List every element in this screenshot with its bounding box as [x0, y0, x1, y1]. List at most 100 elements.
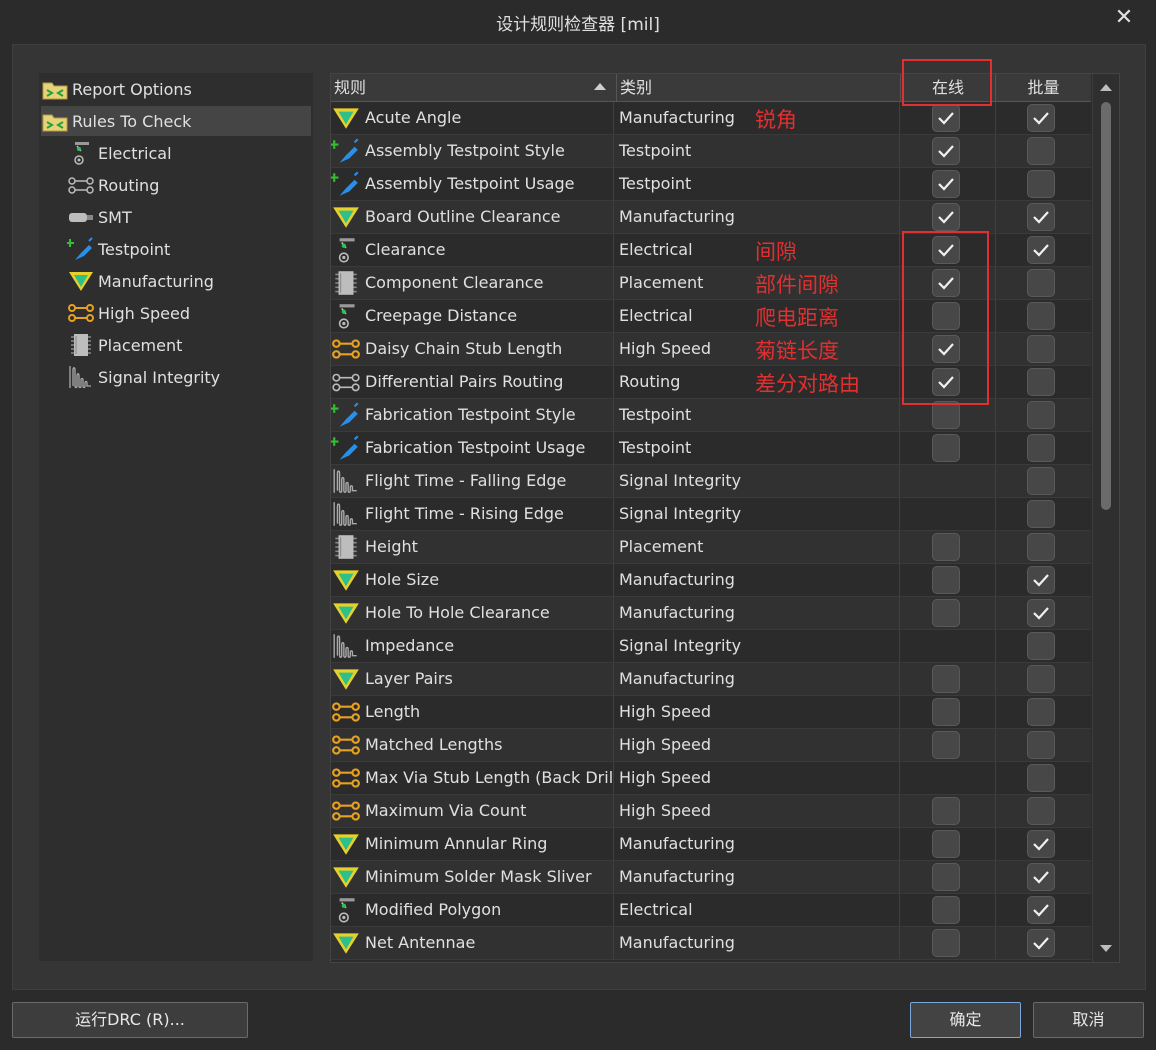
- tree-item-high-speed[interactable]: High Speed: [67, 298, 311, 328]
- header-batch[interactable]: 批量: [996, 74, 1091, 101]
- header-category[interactable]: 类别: [617, 74, 901, 101]
- table-row[interactable]: Layer Pairs Manufacturing: [331, 663, 1091, 696]
- batch-checkbox[interactable]: [1027, 467, 1055, 495]
- table-row[interactable]: Length High Speed: [331, 696, 1091, 729]
- batch-checkbox[interactable]: [1027, 566, 1055, 594]
- batch-checkbox[interactable]: [1027, 863, 1055, 891]
- table-row[interactable]: Modified Polygon Electrical: [331, 894, 1091, 927]
- table-row[interactable]: Assembly Testpoint Style Testpoint: [331, 135, 1091, 168]
- tree-item-label: Electrical: [98, 143, 172, 163]
- scroll-up-icon[interactable]: [1100, 84, 1112, 91]
- tree-item-signal-integrity[interactable]: Signal Integrity: [67, 362, 311, 392]
- rule-name: Length: [365, 702, 421, 721]
- batch-checkbox[interactable]: [1027, 896, 1055, 924]
- table-row[interactable]: Board Outline Clearance Manufacturing: [331, 201, 1091, 234]
- tree-item-placement[interactable]: Placement: [67, 330, 311, 360]
- tree-item-rules-to-check[interactable]: Rules To Check: [41, 106, 311, 136]
- online-checkbox[interactable]: [932, 104, 960, 132]
- online-checkbox[interactable]: [932, 434, 960, 462]
- scroll-thumb[interactable]: [1101, 102, 1111, 510]
- table-row[interactable]: Flight Time - Falling Edge Signal Integri…: [331, 465, 1091, 498]
- batch-checkbox[interactable]: [1027, 698, 1055, 726]
- batch-checkbox[interactable]: [1027, 632, 1055, 660]
- close-button[interactable]: ✕: [1110, 4, 1138, 32]
- batch-checkbox[interactable]: [1027, 137, 1055, 165]
- batch-checkbox[interactable]: [1027, 170, 1055, 198]
- online-checkbox[interactable]: [932, 896, 960, 924]
- online-checkbox[interactable]: [932, 665, 960, 693]
- rule-name: Hole Size: [365, 570, 440, 589]
- table-row[interactable]: Matched Lengths High Speed: [331, 729, 1091, 762]
- batch-checkbox[interactable]: [1027, 368, 1055, 396]
- header-rule[interactable]: 规则: [331, 74, 617, 101]
- batch-checkbox[interactable]: [1027, 335, 1055, 363]
- batch-checkbox[interactable]: [1027, 236, 1055, 264]
- batch-checkbox[interactable]: [1027, 500, 1055, 528]
- table-row[interactable]: Fabrication Testpoint Usage Testpoint: [331, 432, 1091, 465]
- batch-checkbox[interactable]: [1027, 401, 1055, 429]
- table-row[interactable]: Assembly Testpoint Usage Testpoint: [331, 168, 1091, 201]
- table-row[interactable]: Flight Time - Rising Edge Signal Integrit…: [331, 498, 1091, 531]
- table-row[interactable]: Hole To Hole Clearance Manufacturing: [331, 597, 1091, 630]
- table-row[interactable]: Height Placement: [331, 531, 1091, 564]
- rule-category: Manufacturing: [617, 861, 900, 893]
- batch-checkbox[interactable]: [1027, 764, 1055, 792]
- online-checkbox[interactable]: [932, 137, 960, 165]
- online-checkbox[interactable]: [932, 533, 960, 561]
- scroll-down-icon[interactable]: [1100, 945, 1112, 952]
- online-checkbox[interactable]: [932, 203, 960, 231]
- table-row[interactable]: Minimum Solder Mask Sliver Manufacturing: [331, 861, 1091, 894]
- table-row[interactable]: Maximum Via Count High Speed: [331, 795, 1091, 828]
- table-row[interactable]: Hole Size Manufacturing: [331, 564, 1091, 597]
- batch-checkbox[interactable]: [1027, 731, 1055, 759]
- tree-item-report-options[interactable]: Report Options: [41, 74, 311, 104]
- online-checkbox[interactable]: [932, 170, 960, 198]
- batch-checkbox[interactable]: [1027, 203, 1055, 231]
- online-checkbox[interactable]: [932, 731, 960, 759]
- table-row[interactable]: Minimum Annular Ring Manufacturing: [331, 828, 1091, 861]
- table-row[interactable]: Net Antennae Manufacturing: [331, 927, 1091, 960]
- table-row[interactable]: Impedance Signal Integrity: [331, 630, 1091, 663]
- batch-checkbox[interactable]: [1027, 929, 1055, 957]
- batch-checkbox[interactable]: [1027, 434, 1055, 462]
- batch-checkbox[interactable]: [1027, 665, 1055, 693]
- tree-item-electrical[interactable]: Electrical: [67, 138, 311, 168]
- table-row[interactable]: Acute Angle Manufacturing: [331, 102, 1091, 135]
- annotation-label: 锐角: [755, 108, 797, 132]
- vertical-scrollbar[interactable]: [1092, 74, 1119, 962]
- batch-checkbox[interactable]: [1027, 797, 1055, 825]
- batch-cell: [996, 168, 1091, 200]
- online-checkbox[interactable]: [932, 830, 960, 858]
- online-checkbox[interactable]: [932, 698, 960, 726]
- online-checkbox[interactable]: [932, 797, 960, 825]
- rule-category: Placement: [617, 531, 900, 563]
- table-row[interactable]: Max Via Stub Length (Back Drilling)High …: [331, 762, 1091, 795]
- cancel-button[interactable]: 取消: [1033, 1002, 1144, 1038]
- online-checkbox[interactable]: [932, 929, 960, 957]
- testpoint-icon: [67, 236, 95, 262]
- batch-cell: [996, 201, 1091, 233]
- batch-checkbox[interactable]: [1027, 533, 1055, 561]
- tree-item-testpoint[interactable]: Testpoint: [67, 234, 311, 264]
- ok-button[interactable]: 确定: [910, 1002, 1021, 1038]
- tree-item-manufacturing[interactable]: Manufacturing: [67, 266, 311, 296]
- online-checkbox[interactable]: [932, 863, 960, 891]
- batch-checkbox[interactable]: [1027, 104, 1055, 132]
- online-checkbox[interactable]: [932, 599, 960, 627]
- online-checkbox[interactable]: [932, 566, 960, 594]
- rule-name: Flight Time - Rising Edge: [365, 504, 564, 523]
- online-cell: [901, 696, 996, 728]
- run-drc-button[interactable]: 运行DRC (R)...: [12, 1002, 248, 1038]
- batch-checkbox[interactable]: [1027, 269, 1055, 297]
- online-checkbox[interactable]: [932, 401, 960, 429]
- batch-checkbox[interactable]: [1027, 599, 1055, 627]
- batch-checkbox[interactable]: [1027, 302, 1055, 330]
- electrical-icon: [67, 140, 95, 166]
- batch-checkbox[interactable]: [1027, 830, 1055, 858]
- tree-item-smt[interactable]: SMT: [67, 202, 311, 232]
- tree-item-routing[interactable]: Routing: [67, 170, 311, 200]
- testpoint-icon: [331, 434, 361, 462]
- rule-name: Board Outline Clearance: [365, 207, 561, 226]
- signal-integrity-icon: [331, 467, 361, 495]
- rule-name-cell: Assembly Testpoint Usage: [331, 168, 614, 200]
